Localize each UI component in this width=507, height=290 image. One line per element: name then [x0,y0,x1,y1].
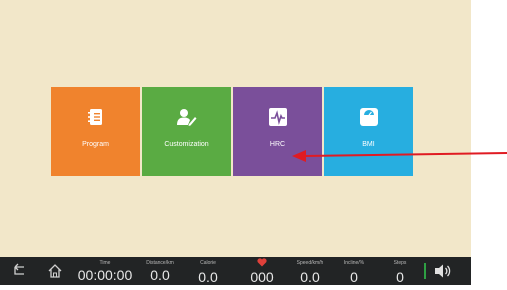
time-value: 00:00:00 [77,267,133,283]
program-tile[interactable]: Program [51,87,140,176]
status-bar: Time 00:00:00 Distance/km 0.0 Calorie 0.… [0,257,471,285]
notebook-icon [86,107,106,127]
status-divider [424,263,426,279]
distance-metric: Distance/km 0.0 [138,257,182,285]
steps-metric: Steps 0 [382,257,418,285]
heart-icon [240,258,284,269]
customization-tile[interactable]: Customization [142,87,231,176]
time-metric: Time 00:00:00 [72,257,138,285]
time-label: Time [99,260,111,266]
distance-label: Distance/km [146,260,174,266]
calorie-label: Calorie [200,260,216,266]
incline-label: Incline/% [343,260,365,266]
distance-value: 0.0 [150,267,170,283]
program-tile-label: Program [82,141,109,148]
app-screen: Program Customization HRC BMI Time 00:00… [0,0,471,285]
user-edit-icon [176,107,197,127]
back-icon[interactable] [10,257,28,285]
calorie-metric: Calorie 0.0 [186,257,230,285]
main-menu-tiles: Program Customization HRC BMI [51,87,413,176]
steps-label: Steps [393,260,407,266]
heart-rate-metric: 000 [240,257,284,285]
incline-metric: Incline/% 0 [336,257,372,285]
bmi-tile-label: BMI [362,141,375,148]
home-icon[interactable] [46,257,64,285]
incline-value: 0 [350,269,358,285]
speed-metric: Speed/km/h 0.0 [286,257,334,285]
speed-value: 0.0 [300,269,320,285]
hrc-tile-label: HRC [269,141,286,148]
speed-label: Speed/km/h [296,260,324,266]
calorie-value: 0.0 [198,269,218,285]
scale-icon [359,107,379,127]
customization-tile-label: Customization [164,141,209,148]
bmi-tile[interactable]: BMI [324,87,413,176]
steps-value: 0 [396,269,404,285]
heart-rate-icon [268,107,288,127]
heart-rate-value: 000 [250,269,274,285]
volume-icon[interactable] [432,257,454,285]
hrc-tile[interactable]: HRC [233,87,322,176]
